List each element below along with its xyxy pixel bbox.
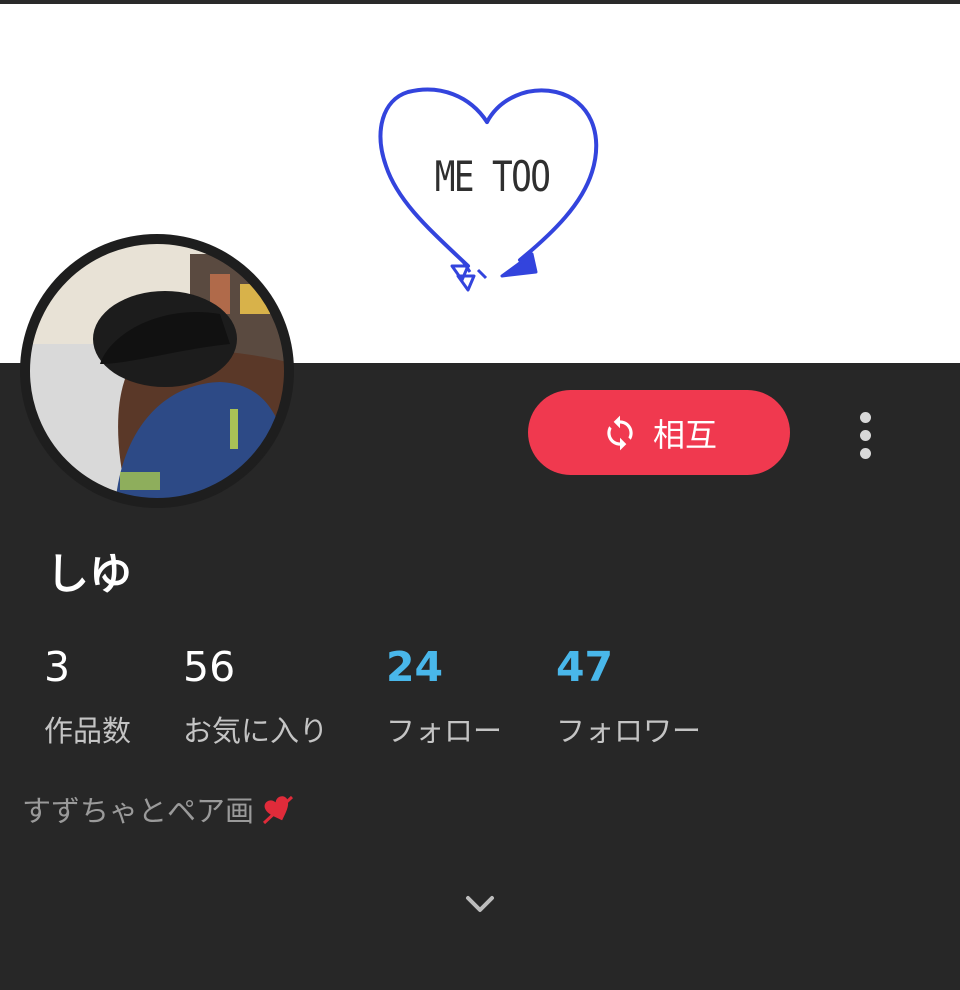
more-options-button[interactable] [842,402,888,468]
bio-text: すずちゃとペア画 [22,794,255,828]
mutual-follow-button[interactable]: 相互 [528,390,790,475]
stat-followers[interactable]: 47 フォロワー [556,642,701,750]
stat-favorites[interactable]: 56 お気に入り [183,642,328,750]
stat-following-label: フォロー [386,714,503,748]
stat-followers-value: 47 [556,643,614,691]
stat-followers-label: フォロワー [556,714,702,748]
stat-works[interactable]: 3 作品数 [44,642,131,750]
username: しゆ [46,550,132,600]
refresh-icon [601,414,639,452]
stat-following[interactable]: 24 フォロー [386,642,502,750]
stat-favorites-value: 56 [183,643,236,691]
profile-bio: すずちゃとペア画 [22,788,294,830]
stat-works-value: 3 [44,643,71,691]
stat-following-value: 24 [386,643,444,691]
avatar[interactable] [20,234,294,508]
banner-text: ME TOO [434,152,551,201]
heart-arrow-icon [262,793,294,825]
stat-works-label: 作品数 [44,714,132,748]
chevron-down-icon[interactable] [462,890,498,920]
stat-favorites-label: お気に入り [183,714,329,748]
more-vertical-icon [859,411,871,423]
follow-button-label: 相互 [652,415,717,454]
